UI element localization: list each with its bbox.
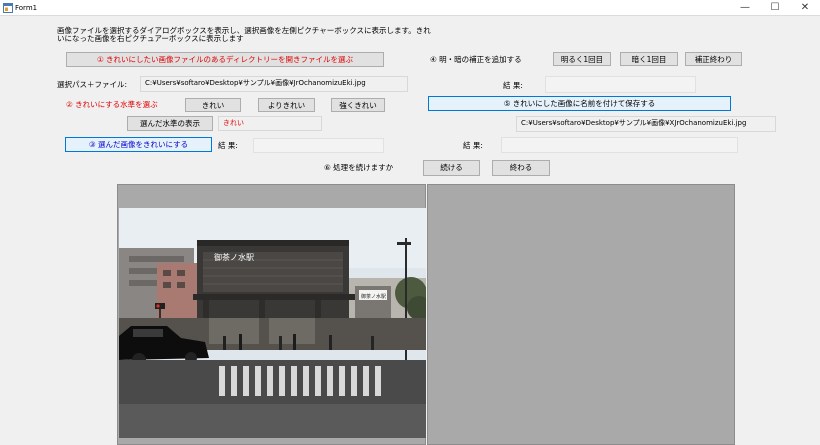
step3-result-field[interactable] [253, 138, 384, 153]
level-select-label: ② きれいにする水準を選ぶ [66, 100, 158, 109]
result-picturebox [427, 184, 735, 445]
step4-result-label: 結 果: [503, 81, 523, 90]
station-photo: 御茶ノ水駅 御茶ノ水駅 [119, 208, 426, 438]
path-field[interactable]: C:¥Users¥softaro¥Desktop¥サンプル¥画像¥JrOchan… [140, 76, 408, 92]
level-kirei-button[interactable]: きれい [185, 98, 241, 112]
continue-question-label: ⑥ 処理を続けますか [324, 163, 394, 172]
close-icon[interactable]: ✕ [790, 0, 820, 16]
app-form-icon [3, 3, 13, 13]
step3-result-label: 結 果: [218, 141, 238, 150]
continue-button[interactable]: 続ける [423, 160, 480, 176]
save-image-button[interactable]: ⑤ きれいにした画像に名前を付けて保存する [428, 96, 731, 111]
window-title: Form1 [15, 4, 38, 12]
end-button[interactable]: 終わる [492, 160, 550, 176]
clean-image-button[interactable]: ③ 選んだ画像をきれいにする [65, 137, 212, 152]
save-path-field[interactable]: C:¥Users¥softaro¥Desktop¥サンプル¥画像¥XJrOcha… [516, 116, 776, 132]
small-sign-text: 御茶ノ水駅 [361, 293, 386, 300]
darken-button[interactable]: 暗く1回目 [620, 52, 678, 66]
open-file-button[interactable]: ① きれいにしたい画像ファイルのあるディレクトリーを開きファイルを選ぶ [66, 52, 384, 67]
level-tsuyokukirei-button[interactable]: 強くきれい [331, 98, 385, 112]
step5-result-field[interactable] [501, 137, 738, 153]
title-bar: Form1 — ☐ ✕ [0, 0, 820, 16]
chosen-level-field[interactable]: きれい [218, 116, 322, 131]
show-level-button[interactable]: 選んだ水準の表示 [127, 116, 213, 131]
minimize-icon[interactable]: — [730, 0, 760, 16]
path-label: 選択パス＋ファイル: [57, 80, 128, 89]
instruction-line-2: いになった画像を右ピクチュアーボックスに表示します [57, 34, 244, 43]
finish-correction-button[interactable]: 補正終わり [685, 52, 742, 66]
brightness-label: ④ 明・暗の補正を追加する [430, 55, 522, 64]
step4-result-field[interactable] [545, 76, 696, 93]
source-picturebox: 御茶ノ水駅 御茶ノ水駅 [117, 184, 426, 445]
maximize-icon[interactable]: ☐ [760, 0, 790, 16]
station-sign-text: 御茶ノ水駅 [214, 252, 254, 262]
step5-result-label: 結 果: [463, 141, 483, 150]
level-yorikirei-button[interactable]: よりきれい [258, 98, 315, 112]
brighten-button[interactable]: 明るく1回目 [553, 52, 611, 66]
